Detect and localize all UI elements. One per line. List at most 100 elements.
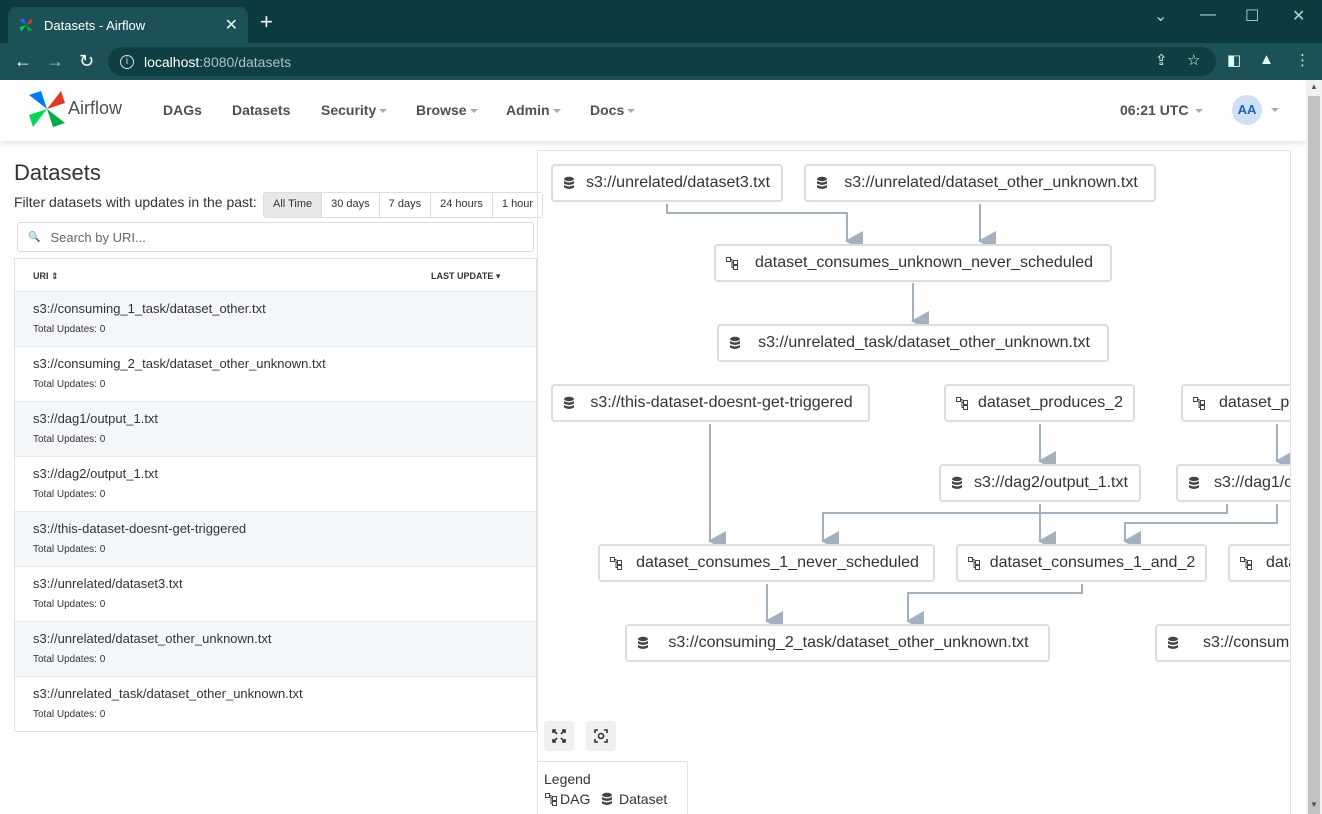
graph-edge: [906, 584, 1083, 631]
menu-admin[interactable]: Admin: [506, 102, 561, 118]
search-box[interactable]: 🔍: [17, 222, 534, 252]
filter-1-hour[interactable]: 1 hour: [491, 193, 543, 217]
reload-icon[interactable]: ↻: [79, 52, 94, 70]
dag-node[interactable]: dataset_p: [1181, 384, 1290, 422]
column-header-last-update[interactable]: LAST UPDATE ▾: [431, 271, 500, 282]
total-updates: Total Updates: 0: [33, 709, 106, 720]
share-icon[interactable]: ⇪: [1155, 51, 1168, 69]
dag-icon: [1240, 557, 1252, 570]
database-icon: [602, 792, 612, 805]
table-row[interactable]: s3://dag2/output_1.txt Total Updates: 0: [15, 456, 536, 511]
dataset-uri: s3://dag2/output_1.txt: [33, 466, 159, 481]
filter-24-hours[interactable]: 24 hours: [430, 193, 492, 217]
total-updates: Total Updates: 0: [33, 434, 106, 445]
table-row[interactable]: s3://this-dataset-doesnt-get-triggered To…: [15, 511, 536, 566]
dag-icon: [726, 257, 738, 270]
dataset-node[interactable]: s3://consuming_2_task/dataset_other_unkn…: [625, 624, 1050, 662]
dataset-uri: s3://consuming_1_task/dataset_other.txt: [33, 301, 266, 316]
graph-legend: Legend DAG Dataset: [538, 761, 688, 814]
menu-datasets[interactable]: Datasets: [232, 102, 290, 118]
maximize-icon[interactable]: ☐: [1245, 6, 1259, 26]
airflow-favicon-icon: [19, 18, 33, 32]
menu-security[interactable]: Security: [321, 102, 388, 118]
dataset-node[interactable]: s3://consum: [1155, 624, 1290, 662]
scroll-up-icon[interactable]: ▲: [1310, 82, 1318, 91]
forward-icon[interactable]: →: [46, 52, 64, 70]
url-host: localhost: [144, 53, 200, 70]
search-input[interactable]: [50, 229, 511, 245]
utc-clock[interactable]: 06:21 UTC: [1120, 102, 1204, 118]
user-avatar[interactable]: AA: [1232, 95, 1262, 125]
database-icon: [1168, 636, 1178, 649]
chevron-down-icon[interactable]: [1271, 108, 1279, 112]
dataset-node[interactable]: s3://unrelated_task/dataset_other_unknow…: [717, 324, 1109, 362]
scrollbar-thumb[interactable]: [1308, 96, 1320, 814]
airflow-logo-icon[interactable]: [27, 89, 67, 129]
total-updates: Total Updates: 0: [33, 379, 106, 390]
browser-tab[interactable]: Datasets - Airflow ✕: [8, 7, 248, 43]
brand-name[interactable]: Airflow: [68, 98, 122, 119]
menu-browse[interactable]: Browse: [416, 102, 478, 118]
total-updates: Total Updates: 0: [33, 324, 106, 335]
total-updates: Total Updates: 0: [33, 599, 106, 610]
database-icon: [817, 176, 827, 189]
dag-icon: [1193, 397, 1205, 410]
table-row[interactable]: s3://unrelated/dataset_other_unknown.txt…: [15, 621, 536, 676]
address-bar[interactable]: i localhost:8080/datasets: [108, 47, 1216, 76]
dataset-dependency-graph[interactable]: s3://unrelated/dataset3.txt s3://unrelat…: [537, 150, 1291, 814]
tab-search-icon[interactable]: ⌄: [1154, 6, 1167, 26]
dag-icon: [545, 793, 557, 806]
legend-dag: DAG: [545, 791, 590, 807]
database-icon: [564, 396, 574, 409]
dataset-node[interactable]: s3://dag2/output_1.txt: [939, 464, 1141, 502]
extension-icon[interactable]: ▲: [1259, 51, 1274, 68]
chevron-down-icon: [1195, 109, 1204, 114]
table-row[interactable]: s3://consuming_1_task/dataset_other.txt T…: [15, 291, 536, 346]
chevron-down-icon: [552, 109, 561, 114]
window-close-icon[interactable]: ✕: [1292, 6, 1305, 26]
menu-docs[interactable]: Docs: [590, 102, 636, 118]
table-row[interactable]: s3://unrelated_task/dataset_other_unknow…: [15, 676, 536, 731]
database-icon: [564, 176, 574, 189]
table-row[interactable]: s3://consuming_2_task/dataset_other_unkn…: [15, 346, 536, 401]
filter-all-time[interactable]: All Time: [264, 193, 322, 217]
dag-node[interactable]: data: [1228, 544, 1290, 582]
table-header: URI ⇕ LAST UPDATE ▾: [15, 259, 536, 291]
new-tab-icon[interactable]: +: [260, 11, 273, 33]
page-scrollbar[interactable]: ▲ ▼: [1306, 80, 1322, 814]
filter-30-days[interactable]: 30 days: [321, 193, 379, 217]
bookmark-star-icon[interactable]: ☆: [1187, 51, 1200, 69]
dataset-node[interactable]: s3://dag1/c: [1176, 464, 1290, 502]
fullscreen-button[interactable]: [544, 721, 574, 751]
dag-node[interactable]: dataset_consumes_1_never_scheduled: [598, 544, 935, 582]
airflow-navbar: Airflow DAGs Datasets Security Browse Ad…: [0, 80, 1306, 141]
dataset-uri: s3://unrelated/dataset3.txt: [33, 576, 183, 591]
dag-node[interactable]: dataset_consumes_unknown_never_scheduled: [714, 244, 1112, 282]
database-icon: [730, 336, 740, 349]
time-filter-group: All Time 30 days 7 days 24 hours 1 hour: [263, 192, 544, 218]
filter-7-days[interactable]: 7 days: [378, 193, 431, 217]
tab-close-icon[interactable]: ✕: [225, 15, 238, 35]
center-graph-button[interactable]: [586, 721, 616, 751]
scroll-down-icon[interactable]: ▼: [1310, 800, 1318, 809]
menu-dags[interactable]: DAGs: [163, 102, 202, 118]
dataset-node[interactable]: s3://this-dataset-doesnt-get-triggered: [551, 384, 870, 422]
table-row[interactable]: s3://dag1/output_1.txt Total Updates: 0: [15, 401, 536, 456]
column-header-uri[interactable]: URI ⇕: [33, 271, 59, 282]
browser-menu-icon[interactable]: ⋮: [1295, 51, 1310, 69]
table-row[interactable]: s3://unrelated/dataset3.txt Total Updates…: [15, 566, 536, 621]
dataset-node[interactable]: s3://unrelated/dataset3.txt: [551, 164, 783, 202]
minimize-icon[interactable]: —: [1200, 6, 1216, 24]
url-path: :8080/datasets: [199, 53, 292, 70]
datasets-table: URI ⇕ LAST UPDATE ▾ s3://consuming_1_tas…: [14, 258, 537, 732]
side-panel-icon[interactable]: ◧: [1227, 51, 1241, 69]
dataset-uri: s3://unrelated/dataset_other_unknown.txt: [33, 631, 272, 646]
site-info-icon[interactable]: i: [120, 54, 134, 69]
dag-icon: [968, 557, 980, 570]
graph-edge: [1123, 504, 1278, 551]
back-icon[interactable]: ←: [14, 52, 32, 70]
dag-node[interactable]: dataset_consumes_1_and_2: [956, 544, 1207, 582]
dataset-node[interactable]: s3://unrelated/dataset_other_unknown.txt: [804, 164, 1156, 202]
chevron-down-icon: [627, 109, 636, 114]
dag-node[interactable]: dataset_produces_2: [944, 384, 1135, 422]
